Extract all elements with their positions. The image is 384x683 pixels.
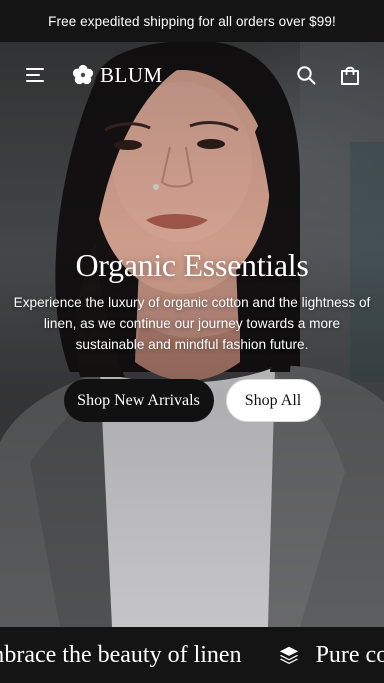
announcement-text: Free expedited shipping for all orders o… bbox=[48, 13, 336, 29]
hero-description: Experience the luxury of organic cotton … bbox=[13, 295, 371, 352]
marquee-item: Embrace the beauty of linen bbox=[0, 641, 242, 668]
shop-all-button[interactable]: Shop All bbox=[225, 379, 321, 422]
hero-cta-row: Shop New Arrivals Shop All bbox=[0, 379, 384, 422]
hero-title: Organic Essentials bbox=[75, 247, 309, 283]
marquee-track: Embrace the beauty of linen Pure comfort bbox=[0, 627, 384, 683]
brand-name: BLUM bbox=[100, 62, 163, 87]
shopping-bag-icon[interactable] bbox=[338, 63, 362, 87]
announcement-bar: Free expedited shipping for all orders o… bbox=[0, 0, 384, 42]
stack-layers-icon bbox=[279, 646, 298, 664]
hero-content: Organic Essentials Experience the luxury… bbox=[0, 245, 384, 422]
marquee-item: Pure comfort bbox=[315, 641, 384, 668]
marquee-bar: Embrace the beauty of linen Pure comfort bbox=[0, 627, 384, 683]
brand-logo[interactable]: BLUM bbox=[72, 63, 163, 88]
menu-icon[interactable] bbox=[26, 66, 48, 84]
site-header: BLUM bbox=[0, 42, 384, 108]
flower-logo-icon bbox=[72, 64, 94, 85]
search-icon[interactable] bbox=[294, 63, 318, 87]
shop-new-arrivals-button[interactable]: Shop New Arrivals bbox=[63, 379, 214, 422]
